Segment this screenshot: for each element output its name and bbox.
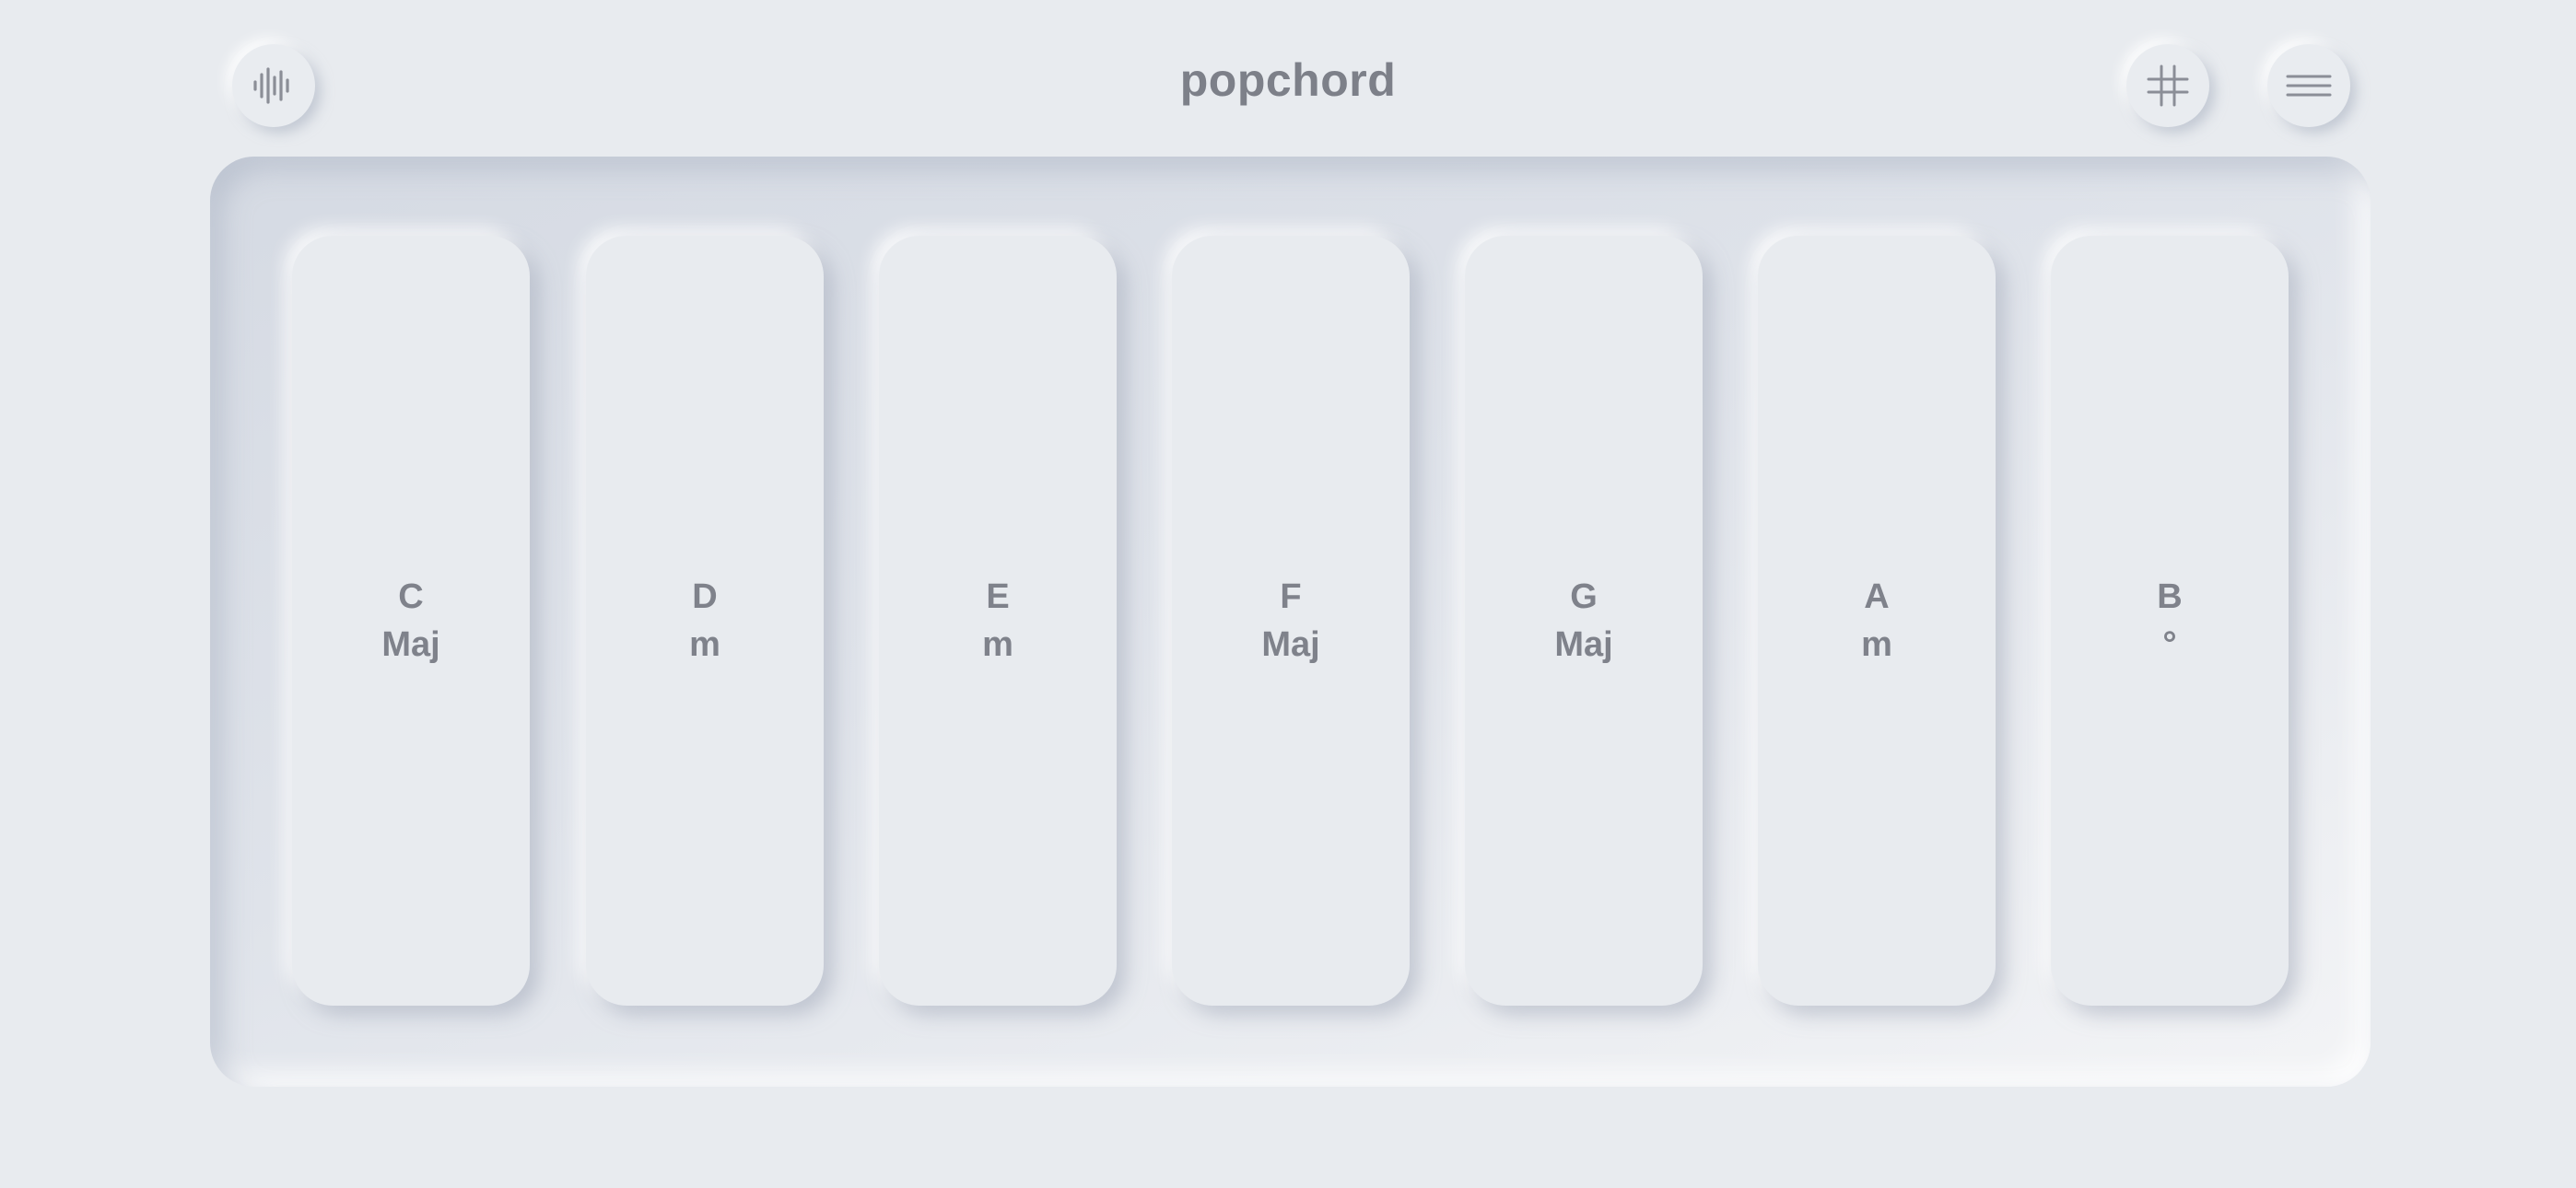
chord-key-d[interactable]: D m	[586, 236, 824, 1006]
chord-root: C	[398, 577, 424, 616]
chord-root: F	[1280, 577, 1302, 616]
app-title: popchord	[1179, 54, 1397, 106]
chord-quality: Maj	[381, 625, 440, 664]
chord-root: B	[2157, 577, 2183, 616]
grid-button[interactable]	[2126, 44, 2209, 127]
chord-quality: m	[982, 625, 1013, 664]
chord-quality: °	[2162, 625, 2177, 664]
chord-root: A	[1864, 577, 1890, 616]
chord-key-f[interactable]: F Maj	[1172, 236, 1410, 1006]
chord-key-e[interactable]: E m	[879, 236, 1117, 1006]
chord-quality: Maj	[1554, 625, 1613, 664]
menu-icon	[2286, 75, 2332, 97]
grid-icon	[2147, 64, 2189, 107]
waveform-button[interactable]	[232, 44, 315, 127]
chord-quality: m	[1861, 625, 1892, 664]
menu-button[interactable]	[2267, 44, 2350, 127]
chord-root: G	[1570, 577, 1598, 616]
chord-root: D	[692, 577, 718, 616]
chord-key-g[interactable]: G Maj	[1465, 236, 1703, 1006]
chord-quality: Maj	[1261, 625, 1320, 664]
chord-root: E	[986, 577, 1010, 616]
chord-key-b[interactable]: B °	[2051, 236, 2289, 1006]
chord-key-c[interactable]: C Maj	[292, 236, 530, 1006]
waveform-icon	[253, 67, 289, 104]
chord-key-a[interactable]: A m	[1758, 236, 1996, 1006]
chord-quality: m	[689, 625, 720, 664]
